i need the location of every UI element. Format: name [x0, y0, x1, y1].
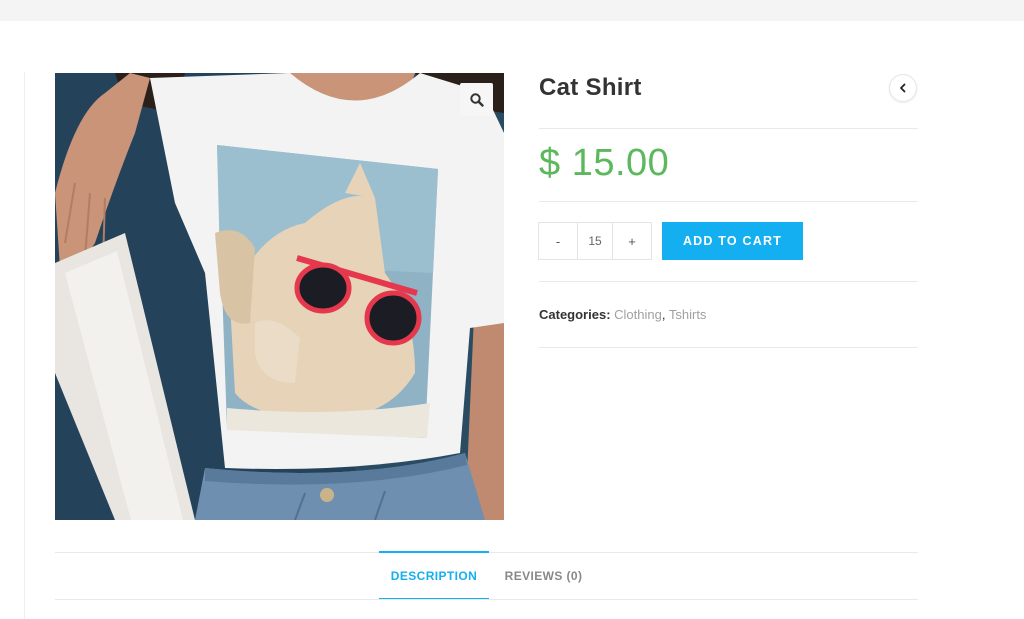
add-to-cart-button[interactable]: ADD TO CART [662, 222, 803, 260]
quantity-increase-button[interactable]: + [613, 223, 651, 259]
divider [539, 128, 918, 129]
category-separator: , [661, 307, 666, 322]
product-photo [55, 73, 504, 520]
tab-description[interactable]: DESCRIPTION [379, 551, 489, 600]
product-price: $ 15.00 [539, 142, 670, 184]
category-link-clothing[interactable]: Clothing [614, 307, 662, 322]
quantity-input[interactable]: 15 [577, 223, 613, 259]
quantity-stepper: - 15 + [538, 222, 652, 260]
chevron-left-icon [900, 83, 906, 93]
divider [539, 201, 918, 202]
zoom-button[interactable] [460, 83, 493, 116]
magnifier-icon [469, 92, 484, 107]
divider [539, 281, 918, 282]
product-image[interactable] [55, 73, 504, 520]
quantity-decrease-button[interactable]: - [539, 223, 577, 259]
left-divider [24, 72, 25, 619]
product-categories: Categories: Clothing, Tshirts [539, 307, 706, 322]
product-title: Cat Shirt [539, 74, 642, 101]
top-bar [0, 0, 1024, 21]
tab-reviews[interactable]: REVIEWS (0) [493, 553, 594, 599]
previous-product-button[interactable] [889, 74, 917, 102]
categories-label: Categories: [539, 307, 611, 322]
category-link-tshirts[interactable]: Tshirts [669, 307, 707, 322]
tabs-border-bottom [55, 599, 918, 600]
divider [539, 347, 918, 348]
